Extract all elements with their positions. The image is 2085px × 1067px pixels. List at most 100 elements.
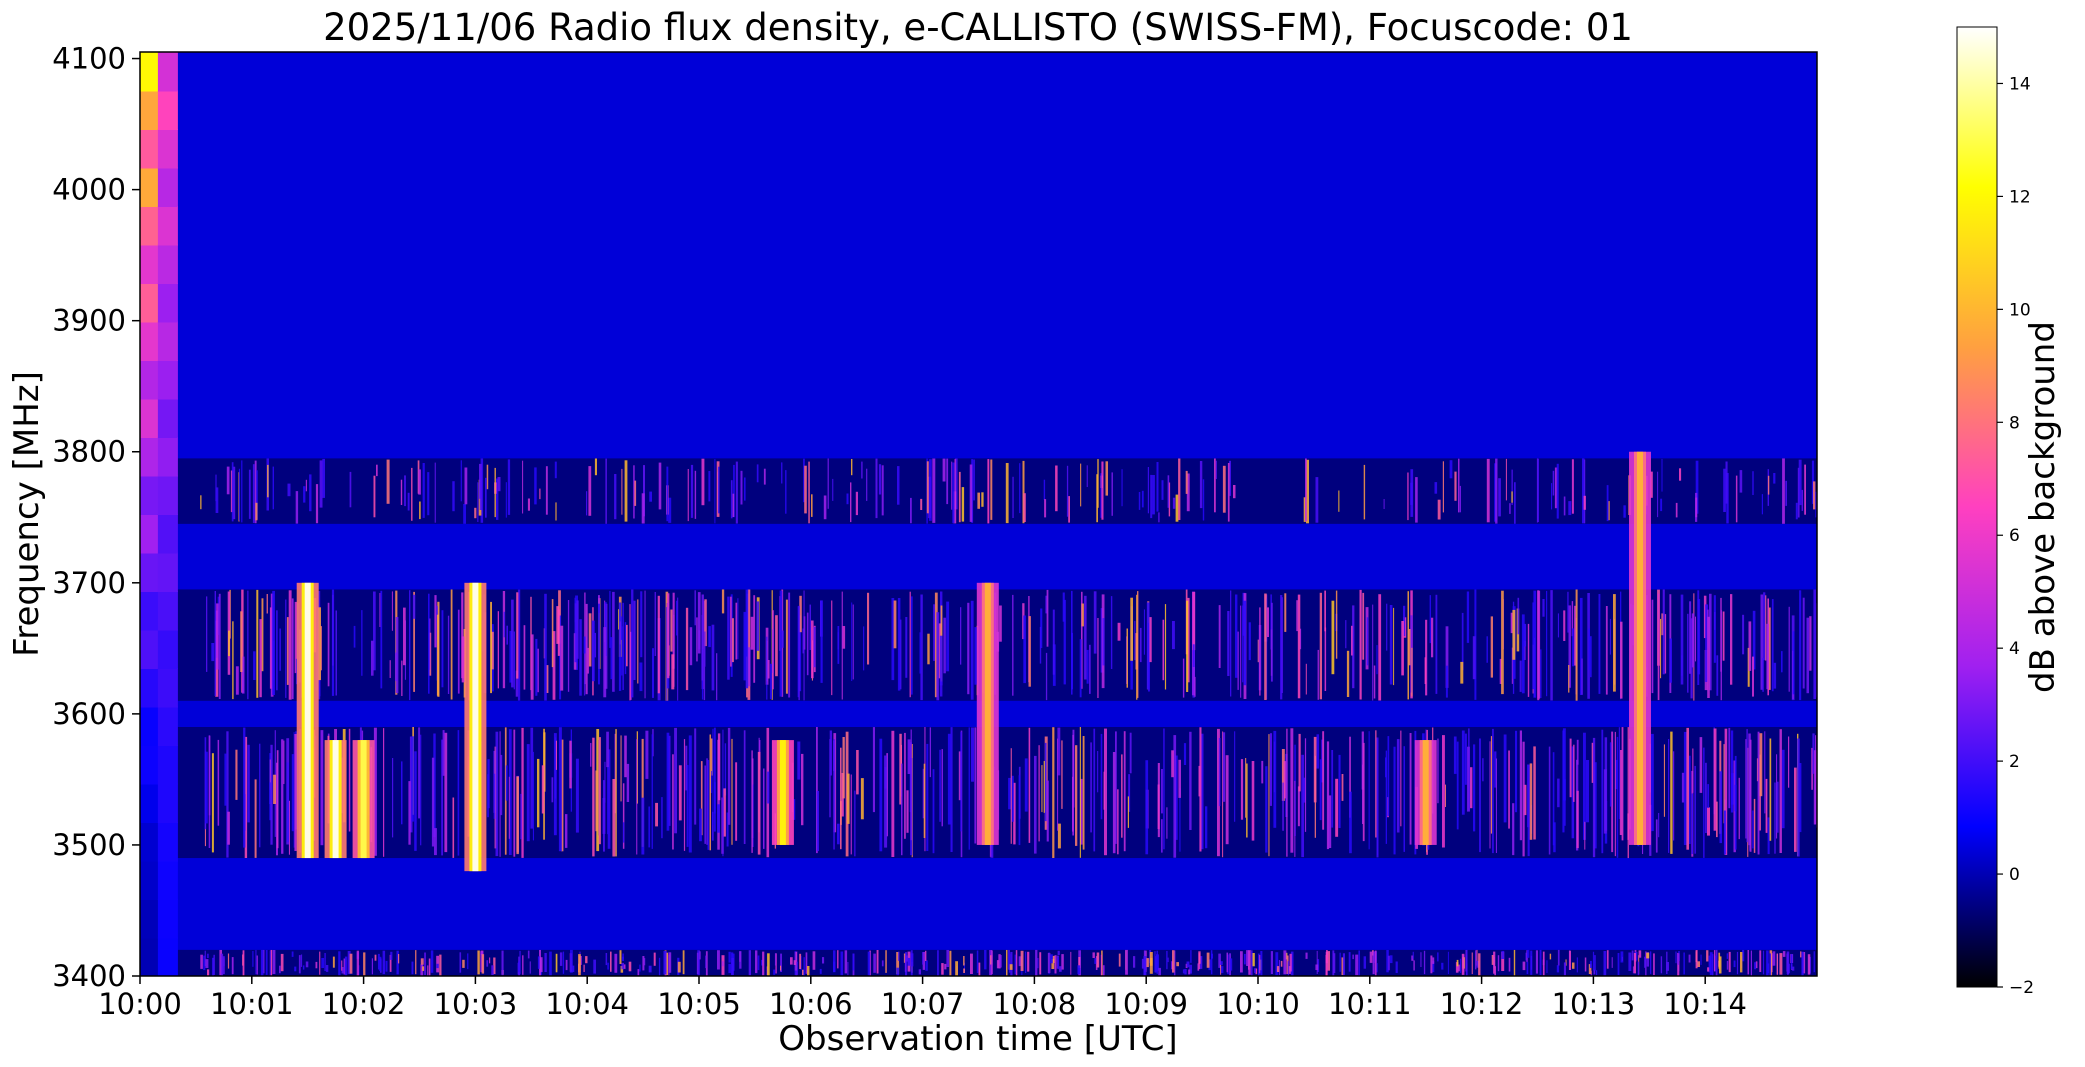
streak — [1562, 728, 1566, 801]
calibration-cell — [157, 706, 178, 746]
streak — [1395, 961, 1398, 973]
streak — [1508, 750, 1510, 829]
streak — [1163, 728, 1165, 850]
streak — [1282, 782, 1284, 831]
streak — [740, 470, 743, 505]
streak — [1080, 463, 1082, 507]
streak — [1449, 460, 1453, 479]
y-axis: 3400 3500 3600 3700 3800 3900 4000 4100 — [52, 42, 140, 993]
streak — [1442, 461, 1444, 513]
streak — [1540, 649, 1542, 698]
streak — [615, 729, 617, 857]
streak — [305, 961, 309, 968]
streak — [1012, 594, 1014, 696]
streak — [785, 470, 787, 514]
streak — [1445, 784, 1446, 807]
streak — [503, 611, 505, 638]
streak — [1141, 490, 1144, 508]
streak — [291, 754, 294, 832]
streak — [705, 955, 707, 969]
streak — [1657, 471, 1659, 518]
streak — [840, 951, 844, 976]
streak — [1205, 806, 1208, 849]
streak — [1008, 777, 1011, 810]
streak — [1372, 604, 1374, 701]
streak — [717, 804, 720, 833]
x-tick-label: 10:02 — [322, 987, 406, 1021]
streak — [1539, 949, 1542, 976]
streak — [1726, 960, 1729, 970]
y-tick-label: 4000 — [52, 173, 126, 207]
streak — [1407, 472, 1409, 521]
streak — [797, 741, 801, 780]
streak — [1797, 738, 1800, 857]
streak — [1097, 751, 1099, 793]
streak — [424, 952, 426, 976]
streak — [833, 950, 836, 973]
streak — [1739, 470, 1743, 493]
streak — [1101, 461, 1104, 520]
streak — [1138, 492, 1141, 510]
streak — [910, 497, 912, 524]
streak — [283, 740, 285, 784]
streak — [1603, 769, 1607, 834]
streak — [1346, 650, 1350, 697]
streak — [1283, 950, 1287, 975]
streak — [694, 470, 697, 519]
streak — [551, 777, 554, 803]
streak — [1456, 741, 1459, 830]
streak — [1089, 644, 1091, 694]
streak — [651, 734, 653, 849]
streak — [939, 635, 943, 686]
streak — [1251, 761, 1255, 841]
streak — [751, 750, 753, 853]
streak — [799, 953, 802, 969]
streak — [1527, 764, 1530, 857]
streak — [932, 769, 935, 854]
streak — [610, 951, 612, 972]
streak — [1423, 950, 1426, 975]
streak — [1043, 761, 1045, 813]
streak — [1800, 951, 1802, 958]
streak — [1713, 595, 1716, 663]
streak — [1077, 965, 1081, 975]
streak — [1117, 622, 1121, 641]
streak — [1673, 751, 1675, 841]
streak — [1707, 784, 1709, 808]
streak — [1686, 727, 1689, 850]
streak — [494, 467, 496, 518]
streak — [1222, 732, 1226, 802]
streak — [844, 950, 848, 974]
streak — [885, 950, 887, 973]
streak — [1589, 960, 1592, 968]
streak — [1104, 728, 1107, 856]
burst-10:02:00 — [360, 740, 367, 859]
streak — [717, 733, 721, 801]
streak — [373, 475, 376, 518]
streak — [1206, 952, 1210, 968]
streak — [629, 604, 631, 701]
streak — [1660, 956, 1663, 974]
streak — [1265, 766, 1268, 853]
streak — [259, 743, 261, 848]
streak — [1752, 656, 1754, 697]
streak — [1556, 965, 1560, 973]
streak — [501, 950, 504, 976]
streak — [958, 471, 961, 523]
streak — [712, 728, 714, 825]
streak — [1687, 613, 1689, 693]
streak — [1183, 743, 1187, 765]
streak — [1061, 740, 1063, 809]
streak — [1082, 736, 1085, 850]
streak — [907, 739, 911, 774]
streak — [1211, 953, 1213, 959]
x-tick-label: 10:13 — [1552, 987, 1636, 1021]
streak — [415, 950, 417, 975]
streak — [714, 782, 716, 814]
streak — [522, 460, 524, 514]
streak — [1267, 607, 1269, 637]
streak — [1471, 952, 1473, 975]
x-tick-label: 10:09 — [1104, 987, 1188, 1021]
calibration-cell — [140, 591, 160, 631]
streak — [605, 458, 607, 524]
